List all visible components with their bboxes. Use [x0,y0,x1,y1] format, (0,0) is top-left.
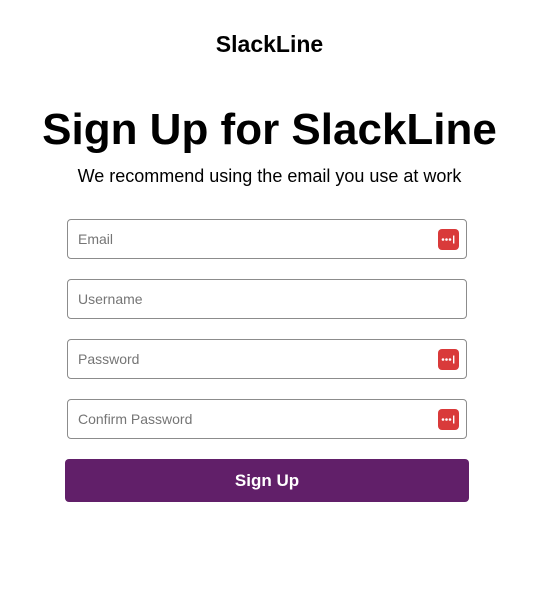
password-manager-icon[interactable] [438,229,459,250]
password-manager-icon[interactable] [438,349,459,370]
confirm-password-field-wrapper [67,399,467,439]
username-field-wrapper [67,279,467,319]
password-field-wrapper [67,339,467,379]
email-input[interactable] [68,220,466,258]
password-input[interactable] [68,340,466,378]
sign-up-button[interactable]: Sign Up [65,459,469,502]
brand-logo-text: SlackLine [215,31,324,57]
password-manager-icon[interactable] [438,409,459,430]
page-subtitle: We recommend using the email you use at … [77,166,462,186]
confirm-password-input[interactable] [68,400,466,438]
page-title: Sign Up for SlackLine [42,105,497,154]
username-input[interactable] [68,280,466,318]
email-field-wrapper [67,219,467,259]
